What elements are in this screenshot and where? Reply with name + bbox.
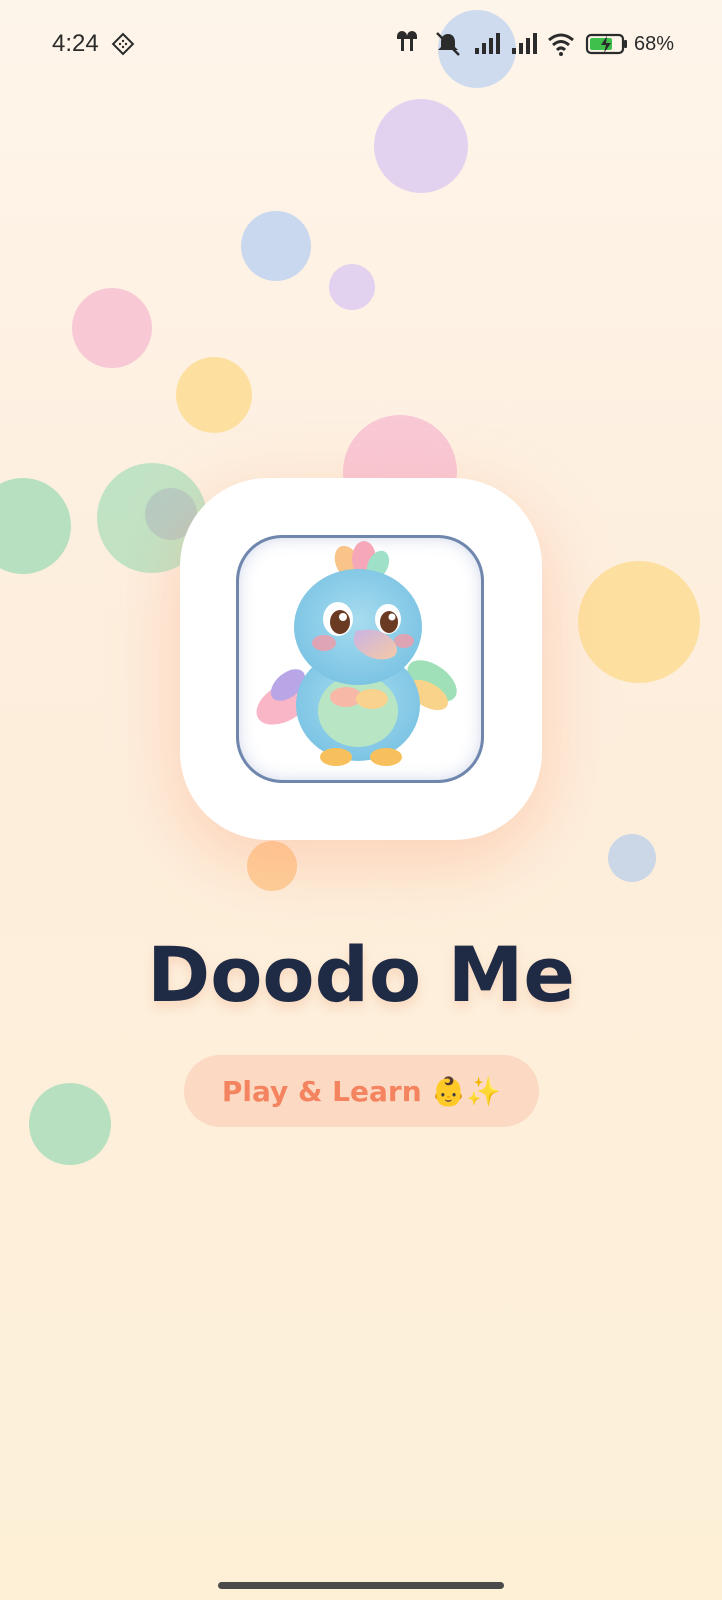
bubble <box>247 841 297 891</box>
signal-icon <box>475 33 500 54</box>
bubble <box>329 264 375 310</box>
silent-bell-icon <box>436 32 460 56</box>
bubble <box>578 561 700 683</box>
baby-dodo-bird-image <box>256 541 457 766</box>
app-title: Doodo Me <box>147 930 575 1019</box>
tagline-text: Play & Learn 👶✨ <box>221 1074 502 1108</box>
bubble <box>608 834 656 882</box>
battery-charging-icon <box>585 33 627 55</box>
signal-icon <box>512 33 537 54</box>
mascot-frame <box>236 535 484 783</box>
tagline-badge: Play & Learn 👶✨ <box>184 1055 539 1127</box>
wifi-icon <box>548 33 574 56</box>
bubble <box>374 99 468 193</box>
app-logo-card <box>180 478 542 840</box>
bubble <box>72 288 152 368</box>
bubble <box>241 211 311 281</box>
earbuds-icon <box>397 31 417 51</box>
status-time: 4:24 <box>52 30 99 57</box>
home-indicator[interactable] <box>218 1582 504 1589</box>
bubble <box>29 1083 111 1165</box>
bubble <box>0 478 71 574</box>
nfc-icon <box>111 32 135 56</box>
status-bar: 4:24 68% <box>0 0 722 90</box>
battery-percent: 68% <box>634 33 675 55</box>
bubble <box>176 357 252 433</box>
